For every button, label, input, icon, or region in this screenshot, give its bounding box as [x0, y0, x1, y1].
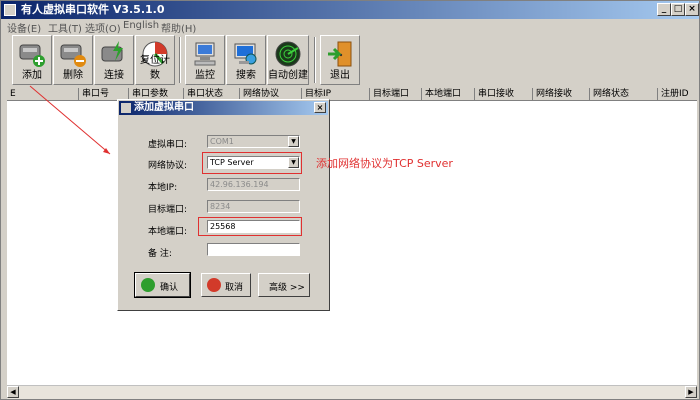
chevron-down-icon[interactable]: ▼ — [288, 157, 299, 168]
cancel-x-icon — [207, 278, 221, 292]
advanced-button[interactable]: 高级 >> — [258, 273, 310, 297]
local-port-label: 本地端口: — [148, 227, 188, 237]
cancel-button[interactable]: 取消 — [201, 273, 251, 297]
annotation-text: 添加网络协议为TCP Server — [316, 157, 453, 170]
virtual-port-select[interactable]: COM1 ▼ — [207, 135, 300, 148]
dialog-icon — [121, 103, 131, 113]
cancel-label: 取消 — [225, 283, 244, 293]
local-port-input[interactable]: 25568 — [207, 220, 300, 233]
note-input[interactable] — [207, 243, 300, 256]
dialog-close-button[interactable]: × — [314, 102, 326, 113]
dialog-title-bar: 添加虚拟串口 × — [119, 101, 328, 115]
protocol-select[interactable]: TCP Server ▼ — [207, 156, 300, 169]
annotation-arrow — [29, 85, 314, 162]
check-icon — [141, 278, 155, 292]
target-port-field: 8234 — [207, 200, 300, 213]
dialog-title: 添加虚拟串口 — [134, 102, 194, 113]
chevron-down-icon[interactable]: ▼ — [288, 136, 299, 147]
target-port-label: 目标端口: — [148, 205, 188, 215]
advanced-label: 高级 >> — [269, 283, 305, 293]
local-ip-field: 42.96.136.194 — [207, 178, 300, 191]
ok-button[interactable]: 确认 — [134, 272, 191, 298]
virtual-port-label: 虚拟串口: — [148, 140, 188, 150]
note-label: 备 注: — [148, 249, 172, 259]
target-port-value: 8234 — [210, 202, 231, 211]
protocol-label: 网络协议: — [148, 161, 188, 171]
local-ip-label: 本地IP: — [148, 183, 178, 193]
ok-label: 确认 — [160, 283, 179, 293]
add-virtual-port-dialog: 添加虚拟串口 × 虚拟串口: COM1 ▼ 网络协议: TCP Server ▼… — [117, 99, 330, 311]
local-port-value: 25568 — [210, 222, 236, 231]
protocol-value: TCP Server — [210, 158, 254, 167]
virtual-port-value: COM1 — [210, 137, 234, 146]
local-ip-value: 42.96.136.194 — [210, 180, 269, 189]
